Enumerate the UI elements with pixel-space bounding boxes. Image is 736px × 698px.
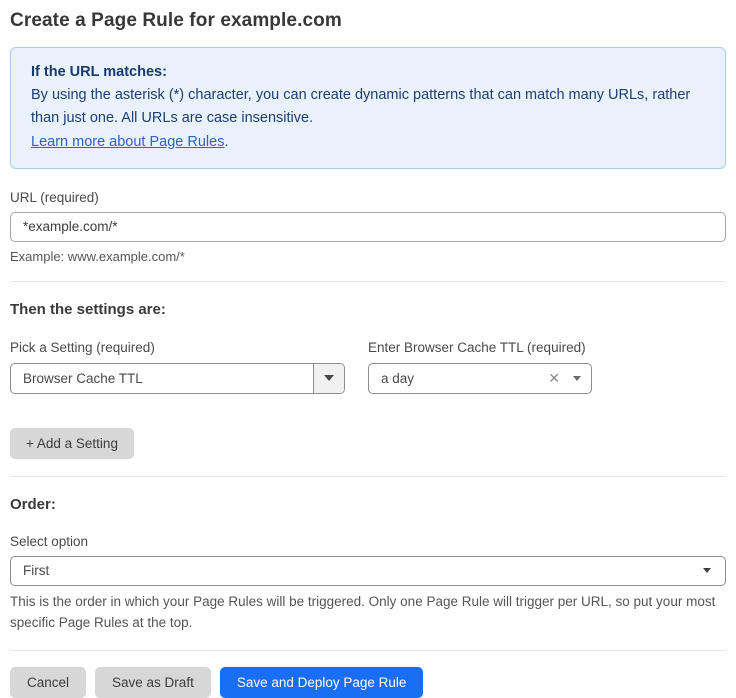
chevron-down-icon [703,568,711,573]
url-input[interactable] [10,212,726,242]
settings-section-heading: Then the settings are: [10,301,726,318]
ttl-value: a day [381,371,544,386]
page-rule-form: Create a Page Rule for example.com If th… [0,0,736,698]
order-select-value: First [23,563,703,578]
info-box-heading: If the URL matches: [31,61,705,84]
pick-setting-arrow-button[interactable] [313,364,344,393]
settings-row: Pick a Setting (required) Browser Cache … [10,318,726,394]
pick-setting-value: Browser Cache TTL [11,364,313,393]
info-box-link-line: Learn more about Page Rules. [31,131,705,154]
page-title: Create a Page Rule for example.com [10,10,726,32]
divider [10,281,726,282]
chevron-down-icon [573,376,581,381]
info-box-body: By using the asterisk (*) character, you… [31,84,705,130]
clear-icon[interactable]: ✕ [544,369,564,387]
save-and-deploy-button[interactable]: Save and Deploy Page Rule [220,667,424,698]
url-match-info-box: If the URL matches: By using the asteris… [10,47,726,169]
order-section-heading: Order: [10,496,726,513]
order-select[interactable]: First [10,556,726,586]
link-suffix: . [224,134,228,150]
order-helper-text: This is the order in which your Page Rul… [10,592,726,634]
url-field-label: URL (required) [10,190,726,205]
pick-setting-label: Pick a Setting (required) [10,340,345,355]
footer-actions: Cancel Save as Draft Save and Deploy Pag… [10,667,726,698]
divider [10,650,726,651]
ttl-combobox[interactable]: a day ✕ [368,363,592,394]
divider [10,476,726,477]
cancel-button[interactable]: Cancel [10,667,86,698]
url-example-helper: Example: www.example.com/* [10,249,726,264]
chevron-down-icon [324,375,334,381]
pick-setting-column: Pick a Setting (required) Browser Cache … [10,318,345,394]
order-select-label: Select option [10,534,726,549]
learn-more-link[interactable]: Learn more about Page Rules [31,134,224,150]
save-as-draft-button[interactable]: Save as Draft [95,667,211,698]
pick-setting-select[interactable]: Browser Cache TTL [10,363,345,394]
ttl-setting-column: Enter Browser Cache TTL (required) a day… [368,318,592,394]
ttl-setting-label: Enter Browser Cache TTL (required) [368,340,592,355]
add-setting-button[interactable]: + Add a Setting [10,428,134,459]
